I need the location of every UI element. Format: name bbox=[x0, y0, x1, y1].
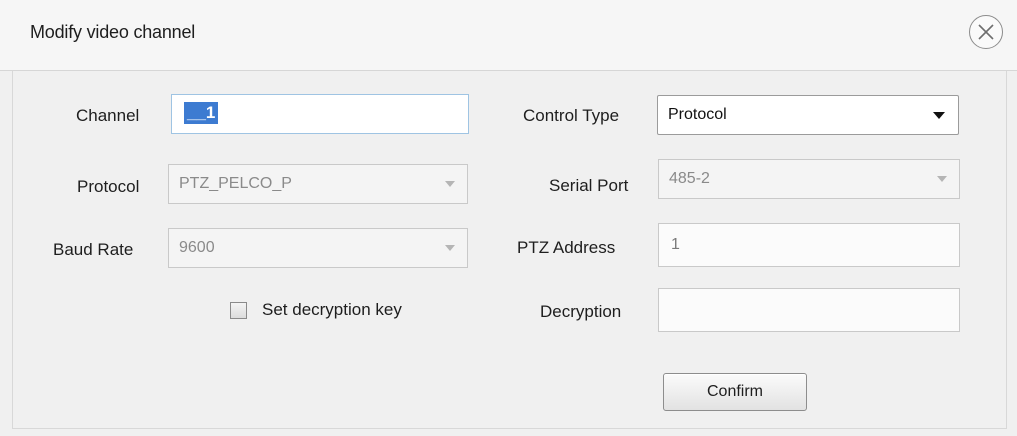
close-button[interactable] bbox=[969, 15, 1003, 49]
channel-value: __1 bbox=[184, 102, 219, 124]
ptz-address-label: PTZ Address bbox=[517, 238, 616, 257]
control-type-label: Control Type bbox=[523, 106, 620, 125]
dialog-titlebar: Modify video channel bbox=[0, 0, 1017, 71]
decryption-label: Decryption bbox=[540, 302, 622, 321]
ptz-address-value: 1 bbox=[671, 236, 680, 253]
serial-port-select[interactable]: 485-2 bbox=[658, 159, 960, 199]
baud-rate-select[interactable]: 9600 bbox=[168, 228, 468, 268]
baud-rate-value: 9600 bbox=[179, 239, 215, 256]
protocol-value: PTZ_PELCO_P bbox=[179, 175, 292, 192]
channel-label: Channel bbox=[76, 106, 140, 125]
control-type-select[interactable]: Protocol bbox=[657, 95, 959, 135]
chevron-down-icon bbox=[933, 112, 945, 119]
ptz-address-input[interactable]: 1 bbox=[658, 223, 960, 267]
serial-port-label: Serial Port bbox=[549, 176, 629, 195]
control-type-value: Protocol bbox=[668, 106, 727, 123]
baud-rate-label: Baud Rate bbox=[53, 240, 134, 259]
protocol-select[interactable]: PTZ_PELCO_P bbox=[168, 164, 468, 204]
dialog-title: Modify video channel bbox=[30, 22, 196, 42]
set-decryption-key-label[interactable]: Set decryption key bbox=[262, 300, 402, 320]
serial-port-value: 485-2 bbox=[669, 170, 710, 187]
set-decryption-key-checkbox[interactable] bbox=[230, 302, 247, 319]
chevron-down-icon bbox=[445, 245, 455, 251]
chevron-down-icon bbox=[445, 181, 455, 187]
protocol-label: Protocol bbox=[77, 177, 140, 196]
chevron-down-icon bbox=[937, 176, 947, 182]
channel-input[interactable]: __1 bbox=[171, 94, 469, 134]
confirm-button[interactable]: Confirm bbox=[663, 373, 807, 411]
close-icon bbox=[978, 24, 994, 40]
decryption-input[interactable] bbox=[658, 288, 960, 332]
